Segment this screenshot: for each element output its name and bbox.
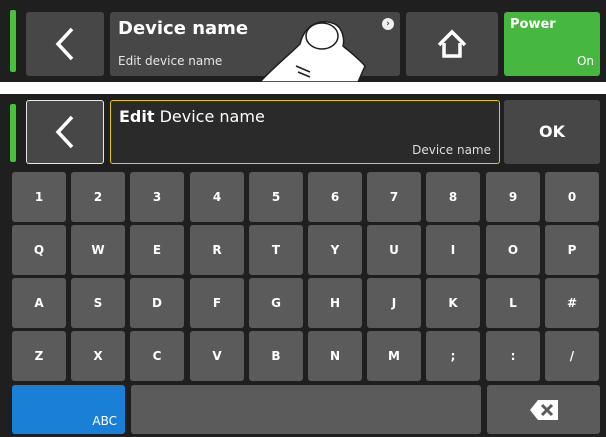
key[interactable]: I: [426, 225, 480, 275]
key[interactable]: A: [12, 278, 66, 328]
key[interactable]: 5: [249, 172, 303, 222]
ok-label: OK: [539, 122, 565, 141]
key[interactable]: :: [486, 331, 540, 381]
key[interactable]: N: [308, 331, 362, 381]
power-label: Power: [510, 17, 556, 32]
power-button[interactable]: Power On: [504, 12, 600, 76]
key[interactable]: P: [545, 225, 599, 275]
key[interactable]: H: [308, 278, 362, 328]
chevron-left-icon: [55, 115, 74, 149]
key[interactable]: 4: [190, 172, 244, 222]
power-state: On: [576, 54, 594, 68]
key[interactable]: #: [545, 278, 599, 328]
key[interactable]: S: [71, 278, 125, 328]
key[interactable]: M: [367, 331, 421, 381]
key[interactable]: 0: [545, 172, 599, 222]
key[interactable]: 9: [486, 172, 540, 222]
menu-item-title: Device name: [118, 18, 249, 39]
key[interactable]: O: [486, 225, 540, 275]
key[interactable]: 8: [426, 172, 480, 222]
key[interactable]: E: [130, 225, 184, 275]
edit-current-value: Device name: [412, 143, 491, 157]
key[interactable]: K: [426, 278, 480, 328]
ok-button[interactable]: OK: [504, 100, 600, 164]
key[interactable]: B: [249, 331, 303, 381]
keyboard-mode-button[interactable]: ABC: [12, 385, 125, 434]
key[interactable]: C: [130, 331, 184, 381]
key[interactable]: 3: [130, 172, 184, 222]
key[interactable]: 1: [12, 172, 66, 222]
key[interactable]: W: [71, 225, 125, 275]
info-icon: ›: [382, 18, 394, 30]
touch-gesture-hand-icon: [258, 21, 366, 82]
key[interactable]: D: [130, 278, 184, 328]
key[interactable]: 6: [308, 172, 362, 222]
text-edit-field[interactable]: Edit Device name Device name: [110, 100, 500, 164]
key[interactable]: Y: [308, 225, 362, 275]
key[interactable]: 2: [71, 172, 125, 222]
backspace-key[interactable]: [487, 385, 600, 434]
edit-title: Edit Device name: [119, 107, 265, 126]
key[interactable]: Z: [12, 331, 66, 381]
home-button[interactable]: [406, 12, 498, 76]
menu-item-subtitle: Edit device name: [118, 54, 223, 68]
home-icon: [437, 29, 467, 58]
key[interactable]: ;: [426, 331, 480, 381]
key[interactable]: 7: [367, 172, 421, 222]
chevron-left-icon: [55, 27, 74, 61]
key[interactable]: J: [367, 278, 421, 328]
key[interactable]: G: [249, 278, 303, 328]
back-button[interactable]: [26, 100, 104, 164]
status-indicator: [10, 104, 16, 162]
space-key[interactable]: [131, 385, 481, 434]
status-indicator: [10, 10, 16, 72]
key[interactable]: /: [545, 331, 599, 381]
key[interactable]: Q: [12, 225, 66, 275]
key[interactable]: R: [190, 225, 244, 275]
key[interactable]: F: [190, 278, 244, 328]
backspace-icon: [529, 399, 558, 420]
key[interactable]: L: [486, 278, 540, 328]
keyboard-mode-label: ABC: [92, 414, 117, 428]
key[interactable]: X: [71, 331, 125, 381]
key[interactable]: U: [367, 225, 421, 275]
back-button[interactable]: [26, 12, 104, 76]
key[interactable]: T: [249, 225, 303, 275]
key[interactable]: V: [190, 331, 244, 381]
